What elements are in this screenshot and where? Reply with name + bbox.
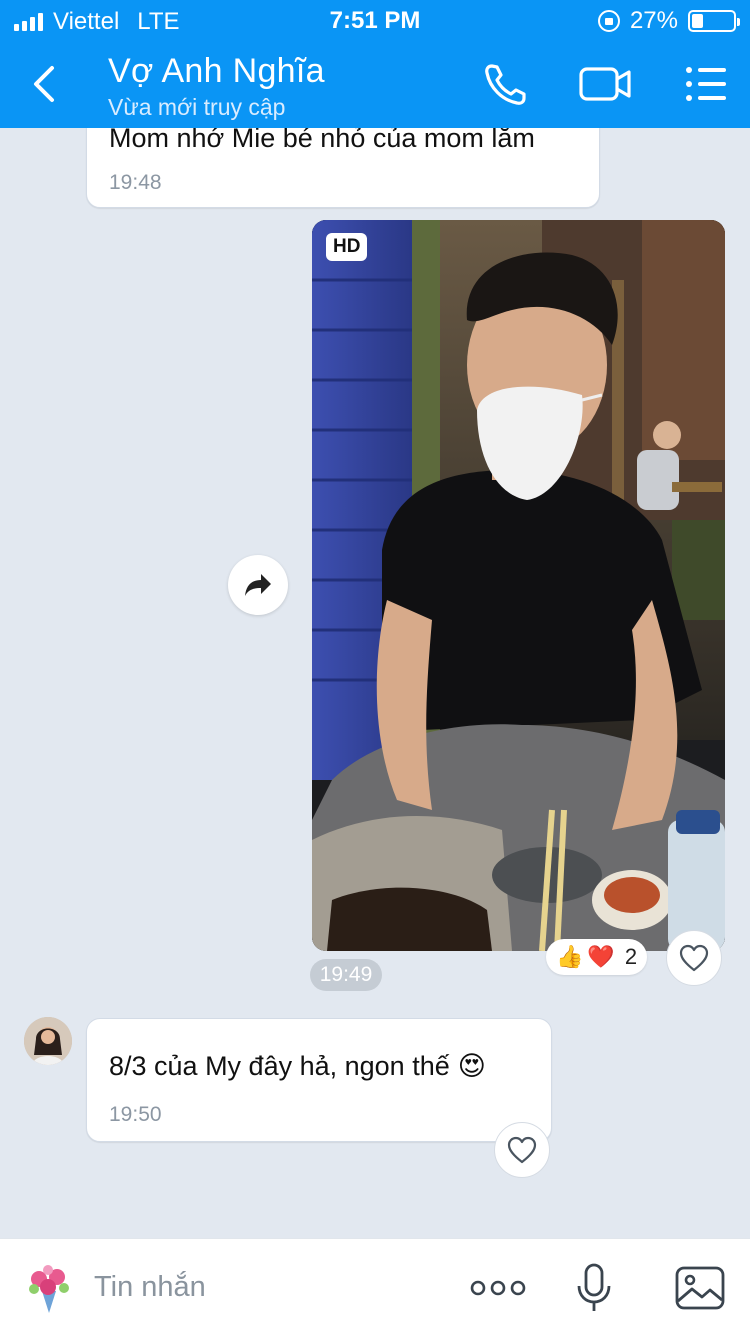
message-list[interactable]: Mom nhớ Mie bé nhỏ của mom lắm 19:48 HD … — [0, 128, 750, 1238]
voice-message-button[interactable] — [574, 1261, 614, 1315]
heart-icon: ❤️ — [587, 944, 615, 969]
message-time: 19:50 — [109, 1103, 162, 1126]
heart-outline-icon — [679, 944, 709, 972]
reaction-count: 2 — [624, 944, 638, 969]
message-composer — [0, 1238, 750, 1334]
thumbs-up-icon: 👍 — [556, 944, 584, 969]
message-bubble[interactable]: 8/3 của My đây hả, ngon thế 😍 19:50 — [86, 1018, 552, 1142]
react-button[interactable] — [666, 930, 722, 986]
menu-icon — [686, 67, 726, 101]
chat-options-button[interactable] — [680, 58, 740, 110]
message-text: 8/3 của My đây hả, ngon thế — [109, 1051, 450, 1081]
more-options-button[interactable] — [470, 1261, 526, 1315]
more-dots-icon — [470, 1280, 526, 1296]
photo-image — [312, 220, 725, 951]
forward-button[interactable] — [228, 555, 288, 615]
send-photo-button[interactable] — [674, 1261, 726, 1315]
video-call-icon — [579, 67, 631, 101]
battery-icon — [688, 10, 740, 32]
image-icon — [675, 1266, 725, 1310]
contact-name[interactable]: Vợ Anh Nghĩa — [108, 52, 325, 91]
message-input[interactable] — [94, 1265, 434, 1309]
avatar-image — [24, 1017, 72, 1065]
hd-badge: HD — [326, 233, 368, 261]
message-text: Mom nhớ Mie bé nhỏ của mom lắm — [109, 128, 535, 153]
rotation-lock-icon — [597, 10, 620, 32]
voice-call-button[interactable] — [478, 58, 538, 110]
flower-bouquet-icon — [29, 1265, 69, 1313]
photo-message[interactable]: HD — [312, 220, 725, 951]
sticker-button[interactable] — [22, 1261, 76, 1315]
status-bar: Viettel LTE 7:51 PM 27% — [0, 0, 750, 40]
heart-outline-icon — [507, 1136, 537, 1164]
message-time: 19:49 — [310, 959, 382, 991]
reaction-summary[interactable]: 👍 ❤️ 2 — [546, 939, 648, 975]
message-bubble[interactable]: Mom nhớ Mie bé nhỏ của mom lắm 19:48 — [86, 128, 600, 208]
avatar[interactable] — [24, 1017, 72, 1065]
battery-percent: 27% — [629, 7, 678, 34]
microphone-icon — [577, 1263, 611, 1311]
chat-header: Viettel LTE 7:51 PM 27% Vợ Anh Nghĩa Vừa… — [0, 0, 750, 128]
last-seen-status: Vừa mới truy cập — [108, 94, 286, 120]
forward-icon — [245, 574, 271, 596]
back-icon — [34, 66, 54, 102]
react-button[interactable] — [494, 1122, 550, 1178]
back-button[interactable] — [22, 60, 66, 108]
video-call-button[interactable] — [576, 58, 636, 110]
heart-eyes-emoji: 😍 — [457, 1051, 486, 1081]
phone-icon — [485, 64, 526, 105]
message-time: 19:48 — [109, 171, 162, 194]
